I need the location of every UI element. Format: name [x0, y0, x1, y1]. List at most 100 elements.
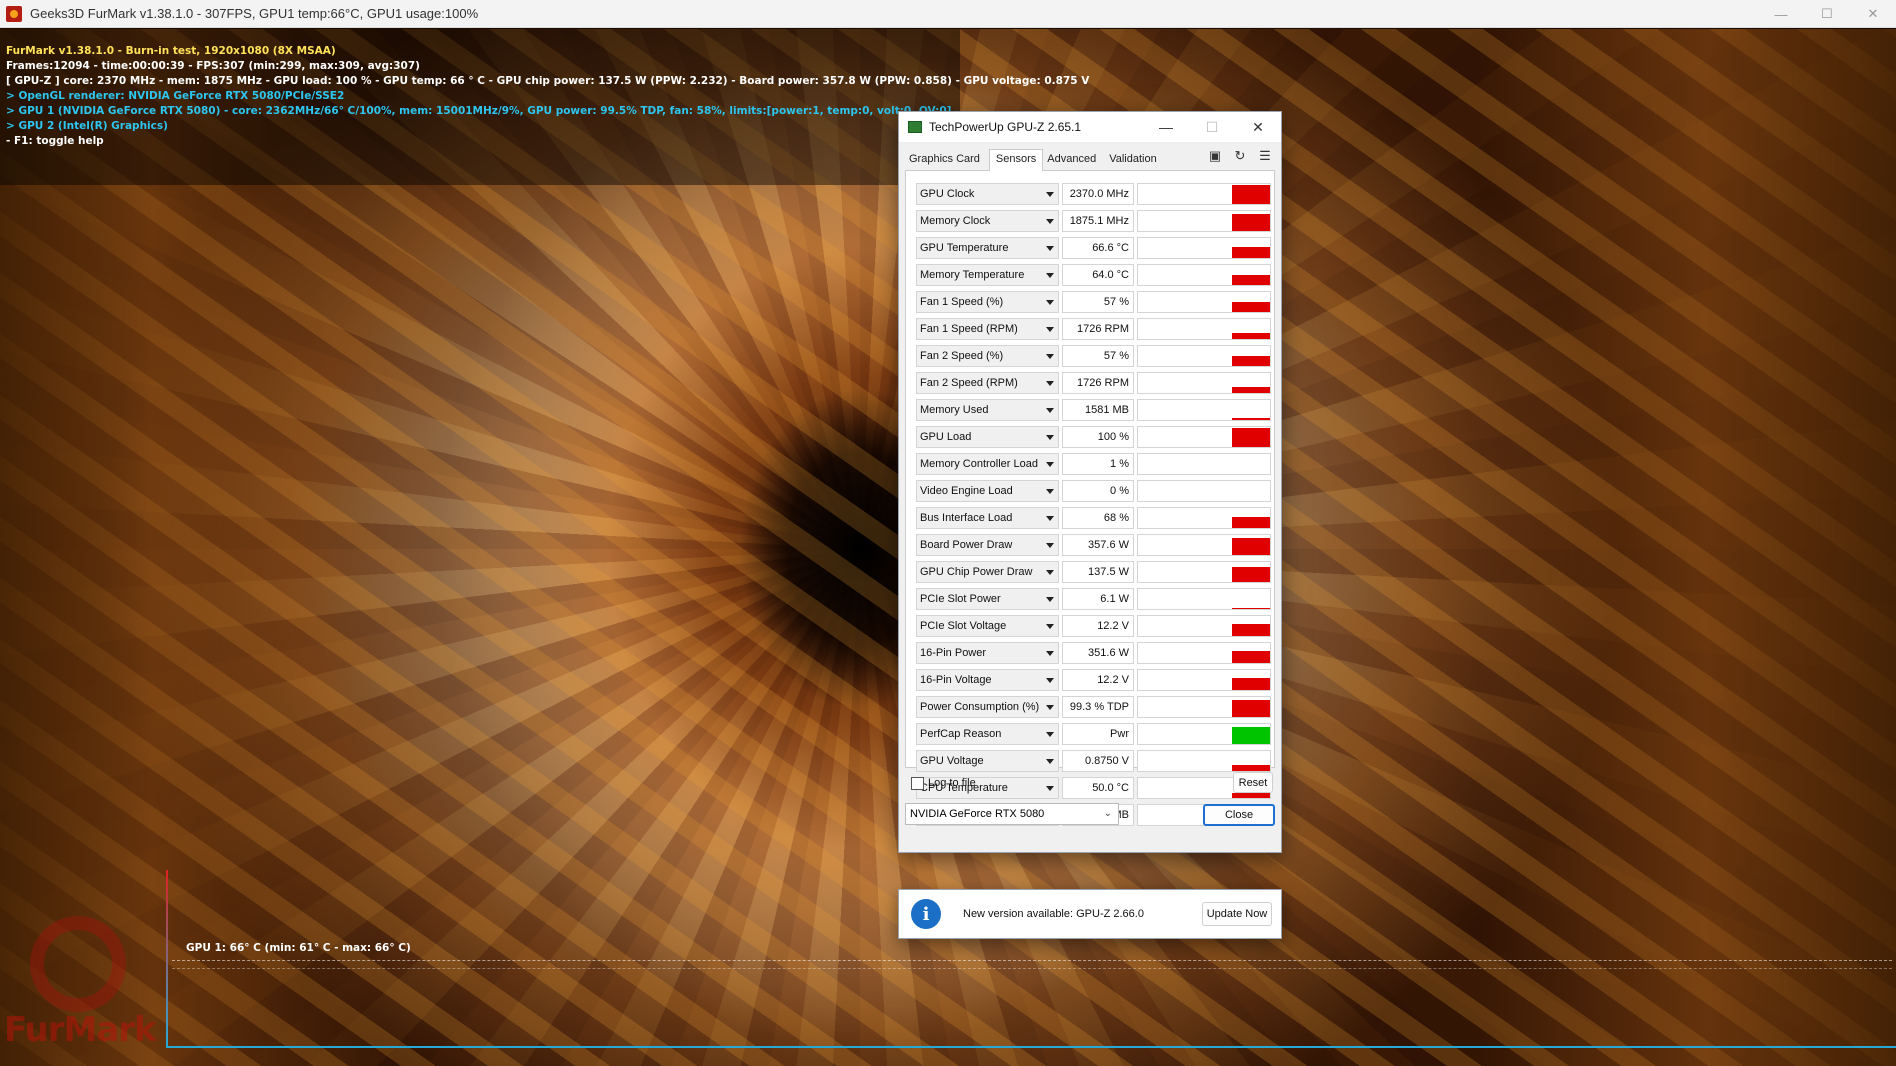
sensor-graph — [1137, 587, 1271, 610]
close-icon[interactable]: ✕ — [1850, 0, 1896, 28]
camera-icon[interactable]: ▣ — [1207, 148, 1223, 164]
sensor-value: 68 % — [1062, 506, 1134, 529]
sensor-name-dropdown[interactable]: GPU Clock — [916, 182, 1059, 205]
caret-down-icon — [1046, 380, 1054, 386]
minimize-icon[interactable]: — — [1143, 112, 1189, 142]
sensor-name-dropdown[interactable]: Memory Temperature — [916, 263, 1059, 286]
sensor-name-dropdown[interactable]: Fan 2 Speed (%) — [916, 344, 1059, 367]
info-icon: i — [911, 899, 941, 929]
sensor-value: 1581 MB — [1062, 398, 1134, 421]
sensor-name-label: GPU Load — [920, 430, 972, 443]
sensor-graph — [1137, 722, 1271, 745]
sensor-graph — [1137, 560, 1271, 583]
sensor-name-label: GPU Voltage — [920, 754, 984, 767]
log-to-file-checkbox[interactable] — [911, 776, 924, 790]
sensor-name-label: GPU Clock — [920, 187, 975, 200]
sensor-name-label: Memory Controller Load — [920, 457, 1038, 470]
sensor-row: Bus Interface Load 68 % — [916, 504, 1274, 531]
sensor-name-dropdown[interactable]: GPU Temperature — [916, 236, 1059, 259]
sensor-name-dropdown[interactable]: Memory Controller Load — [916, 452, 1059, 475]
sensor-name-dropdown[interactable]: PCIe Slot Voltage — [916, 614, 1059, 637]
sensor-graph — [1137, 209, 1271, 232]
sensor-graph-bar — [1232, 184, 1270, 204]
reset-button[interactable]: Reset — [1233, 772, 1273, 793]
sensor-value: 99.3 % TDP — [1062, 695, 1134, 718]
sensor-graph — [1137, 344, 1271, 367]
caret-down-icon — [1046, 191, 1054, 197]
tab-advanced[interactable]: Advanced — [1043, 149, 1105, 170]
gpu-select[interactable]: NVIDIA GeForce RTX 5080 ⌄ — [905, 803, 1119, 825]
sensor-value: 0 % — [1062, 479, 1134, 502]
sensor-row: GPU Chip Power Draw 137.5 W — [916, 558, 1274, 585]
sensor-name-dropdown[interactable]: GPU Chip Power Draw — [916, 560, 1059, 583]
sensor-row: Fan 1 Speed (%) 57 % — [916, 288, 1274, 315]
sensor-row: Fan 1 Speed (RPM) 1726 RPM — [916, 315, 1274, 342]
sensor-graph-bar — [1232, 355, 1270, 366]
sensor-graph — [1137, 668, 1271, 691]
sensor-name-label: GPU Chip Power Draw — [920, 565, 1033, 578]
sensor-value: 1726 RPM — [1062, 317, 1134, 340]
maximize-icon[interactable]: ☐ — [1804, 0, 1850, 28]
menu-icon[interactable]: ☰ — [1257, 148, 1273, 164]
chevron-down-icon: ⌄ — [1103, 808, 1112, 819]
furmark-logo-ring — [30, 916, 126, 1012]
close-icon[interactable]: ✕ — [1235, 112, 1281, 142]
caret-down-icon — [1046, 245, 1054, 251]
sensor-name-dropdown[interactable]: Board Power Draw — [916, 533, 1059, 556]
sensor-name-dropdown[interactable]: Fan 1 Speed (%) — [916, 290, 1059, 313]
gpuz-window-controls: — ☐ ✕ — [1143, 112, 1281, 142]
sensor-value: 57 % — [1062, 344, 1134, 367]
sensor-graph-bar — [1232, 677, 1270, 690]
sensor-name-dropdown[interactable]: Memory Used — [916, 398, 1059, 421]
sensor-name-dropdown[interactable]: PCIe Slot Power — [916, 587, 1059, 610]
sensor-name-dropdown[interactable]: 16-Pin Voltage — [916, 668, 1059, 691]
caret-down-icon — [1046, 326, 1054, 332]
sensor-value: 1 % — [1062, 452, 1134, 475]
sensor-name-dropdown[interactable]: GPU Load — [916, 425, 1059, 448]
sensor-name-dropdown[interactable]: 16-Pin Power — [916, 641, 1059, 664]
osd-line-frames: Frames:12094 - time:00:00:39 - FPS:307 (… — [6, 60, 420, 72]
sensor-graph-bar — [1232, 516, 1270, 528]
sensor-row: 16-Pin Power 351.6 W — [916, 639, 1274, 666]
sensor-value: 1875.1 MHz — [1062, 209, 1134, 232]
sensor-name-dropdown[interactable]: Memory Clock — [916, 209, 1059, 232]
caret-down-icon — [1046, 758, 1054, 764]
log-row: Log to file Reset — [899, 768, 1281, 798]
sensor-name-label: Video Engine Load — [920, 484, 1013, 497]
caret-down-icon — [1046, 461, 1054, 467]
sensor-name-dropdown[interactable]: Fan 2 Speed (RPM) — [916, 371, 1059, 394]
sensor-value: 1726 RPM — [1062, 371, 1134, 394]
sensor-row: Video Engine Load 0 % — [916, 477, 1274, 504]
minimize-icon[interactable]: — — [1758, 0, 1804, 28]
sensor-graph — [1137, 695, 1271, 718]
caret-down-icon — [1046, 434, 1054, 440]
furmark-titlebar: Geeks3D FurMark v1.38.1.0 - 307FPS, GPU1… — [0, 0, 1896, 28]
sensor-value: 64.0 °C — [1062, 263, 1134, 286]
sensor-graph — [1137, 290, 1271, 313]
sensor-name-dropdown[interactable]: Video Engine Load — [916, 479, 1059, 502]
refresh-icon[interactable]: ↻ — [1232, 148, 1248, 164]
caret-down-icon — [1046, 623, 1054, 629]
caret-down-icon — [1046, 569, 1054, 575]
tab-graphics-card[interactable]: Graphics Card — [905, 149, 989, 170]
sensor-name-dropdown[interactable]: Bus Interface Load — [916, 506, 1059, 529]
update-now-button[interactable]: Update Now — [1202, 902, 1272, 926]
sensor-graph-bar — [1232, 386, 1270, 393]
tab-sensors[interactable]: Sensors — [988, 149, 1044, 171]
sensor-row: Fan 2 Speed (%) 57 % — [916, 342, 1274, 369]
sensor-name-dropdown[interactable]: PerfCap Reason — [916, 722, 1059, 745]
caret-down-icon — [1046, 596, 1054, 602]
sensor-name-label: PCIe Slot Voltage — [920, 619, 1007, 632]
sensor-name-dropdown[interactable]: Power Consumption (%) — [916, 695, 1059, 718]
sensor-value: 12.2 V — [1062, 614, 1134, 637]
close-button[interactable]: Close — [1203, 804, 1275, 826]
tab-validation[interactable]: Validation — [1105, 149, 1166, 170]
sensor-row: Board Power Draw 357.6 W — [916, 531, 1274, 558]
sensor-graph — [1137, 479, 1271, 502]
sensor-graph — [1137, 641, 1271, 664]
sensor-row: GPU Temperature 66.6 °C — [916, 234, 1274, 261]
sensor-value: 6.1 W — [1062, 587, 1134, 610]
graph-temp-line — [172, 968, 1892, 969]
sensor-name-dropdown[interactable]: Fan 1 Speed (RPM) — [916, 317, 1059, 340]
caret-down-icon — [1046, 731, 1054, 737]
